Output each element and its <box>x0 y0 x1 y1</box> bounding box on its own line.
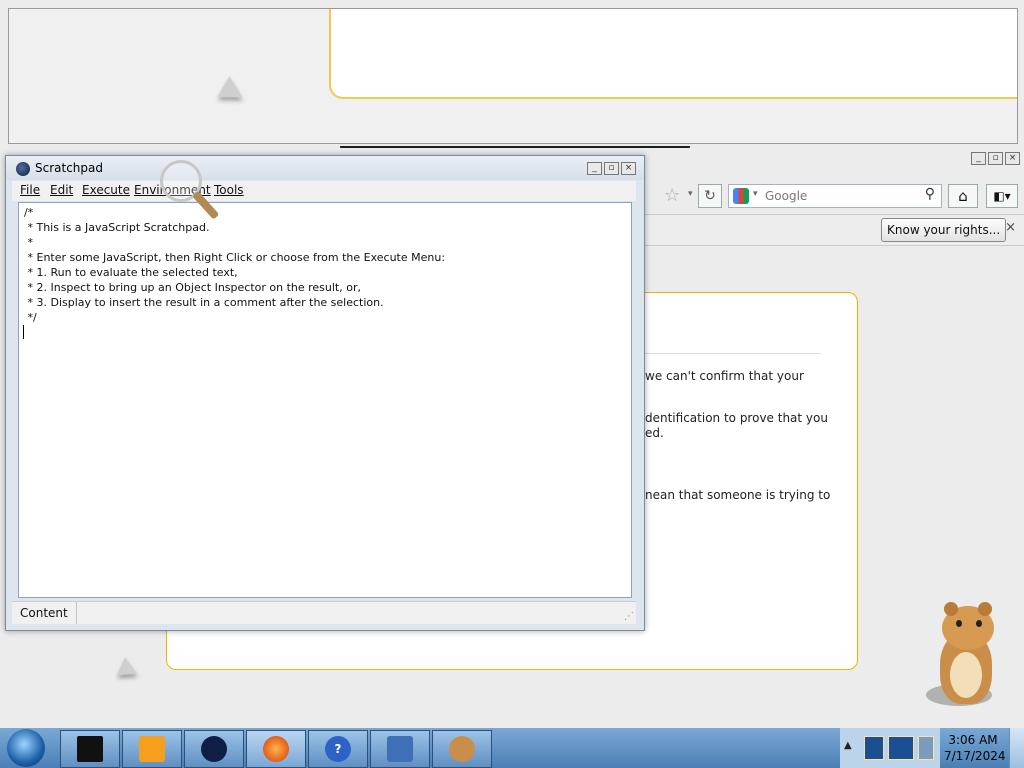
card-text-line: dentification to prove that you <box>645 411 828 425</box>
divider <box>645 353 821 354</box>
hamster-ear <box>944 602 958 616</box>
search-placeholder: Google <box>765 189 808 203</box>
card-text-line: we can't confirm that your <box>645 369 804 383</box>
maximize-button[interactable]: ▫ <box>988 152 1003 165</box>
status-context: Content <box>12 602 77 624</box>
background-content-box <box>329 9 1017 99</box>
menu-edit[interactable]: Edit <box>50 183 73 197</box>
reload-button[interactable]: ↻ <box>698 184 722 208</box>
google-logo-icon[interactable] <box>733 188 749 204</box>
clock-date: 7/17/2024 <box>944 749 1006 763</box>
code-line: * 3. Display to insert the result in a c… <box>24 296 384 309</box>
code-line: * 2. Inspect to bring up an Object Inspe… <box>24 281 361 294</box>
tray-app-icon[interactable] <box>864 736 884 760</box>
notification-bar: Know your rights... × <box>644 214 1024 246</box>
maximize-button[interactable]: ▫ <box>604 162 619 175</box>
code-editor[interactable]: /* * This is a JavaScript Scratchpad. * … <box>18 202 632 598</box>
know-your-rights-button[interactable]: Know your rights... <box>881 218 1007 242</box>
clock[interactable]: 3:06 AM 7/17/2024 <box>944 732 1006 764</box>
addons-button[interactable]: ◧▾ <box>986 184 1018 208</box>
tray-display-icon[interactable] <box>888 736 914 760</box>
taskbar-game[interactable] <box>184 730 244 768</box>
search-input[interactable]: ▾ Google ⚲ <box>728 184 942 208</box>
navigation-toolbar: ☆ ▾ ↻ ▾ Google ⚲ ⌂ ◧▾ <box>640 184 1020 208</box>
hamster-eye <box>956 620 962 627</box>
taskbar-media-player[interactable] <box>122 730 182 768</box>
magnifier-handle <box>192 190 220 220</box>
close-button[interactable]: × <box>1005 152 1020 165</box>
help-icon: ? <box>325 736 351 762</box>
clock-time: 3:06 AM <box>948 733 998 747</box>
show-desktop-button[interactable] <box>1009 728 1024 768</box>
magnifier-cursor-icon <box>160 160 220 230</box>
text-caret <box>23 325 24 339</box>
network-icon <box>387 736 413 762</box>
home-button[interactable]: ⌂ <box>948 184 978 208</box>
close-button[interactable]: × <box>621 162 636 175</box>
tray-network-icon[interactable] <box>918 736 934 760</box>
taskbar-firefox[interactable] <box>246 730 306 768</box>
card-text-line: ed. <box>645 426 664 440</box>
bookmark-star-icon[interactable]: ☆ <box>664 185 680 206</box>
taskbar-help[interactable]: ? <box>308 730 368 768</box>
code-line: */ <box>24 311 37 324</box>
minimize-button[interactable]: _ <box>971 152 986 165</box>
resize-grip-icon[interactable]: ⋰ <box>624 611 634 622</box>
code-line: * <box>24 236 33 249</box>
game-controller-icon <box>201 736 227 762</box>
window-controls: _ ▫ × <box>587 162 636 175</box>
card-text-line: nean that someone is trying to <box>645 488 831 502</box>
close-icon[interactable]: × <box>1005 220 1016 235</box>
media-player-icon <box>139 736 165 762</box>
taskbar: ? ▲ 3:06 AM 7/17/2024 <box>0 728 1024 768</box>
scratchpad-titlebar[interactable]: Scratchpad _ ▫ × <box>6 156 644 180</box>
window-title: Scratchpad <box>35 161 103 175</box>
code-line: /* <box>24 206 34 219</box>
scratchpad-window: Scratchpad _ ▫ × File Edit Execute Envir… <box>5 155 645 631</box>
tray-expand-icon[interactable]: ▲ <box>844 740 852 751</box>
hamster-icon <box>449 736 475 762</box>
taskbar-network[interactable] <box>370 730 430 768</box>
hamster-pet[interactable] <box>922 602 1012 712</box>
hamster-ear <box>978 602 992 616</box>
firefox-icon <box>263 736 289 762</box>
browser-window-controls: _ ▫ × <box>971 152 1020 165</box>
hamster-belly <box>950 652 982 698</box>
search-icon[interactable]: ⚲ <box>925 186 935 202</box>
system-tray: ▲ <box>840 728 940 768</box>
hamster-eye <box>976 620 982 627</box>
background-window-top <box>8 8 1018 144</box>
menu-file[interactable]: File <box>20 183 40 197</box>
taskbar-hamster[interactable] <box>432 730 492 768</box>
chevron-down-icon[interactable]: ▾ <box>688 189 693 199</box>
menu-execute[interactable]: Execute <box>82 183 130 197</box>
terminal-icon <box>77 736 103 762</box>
code-line: * Enter some JavaScript, then Right Clic… <box>24 251 446 264</box>
status-bar: Content ⋰ <box>12 601 636 624</box>
chevron-down-icon[interactable]: ▾ <box>753 189 758 199</box>
start-button[interactable] <box>7 729 45 767</box>
minimize-button[interactable]: _ <box>587 162 602 175</box>
firefox-app-icon <box>16 162 30 176</box>
code-line: * 1. Run to evaluate the selected text, <box>24 266 238 279</box>
menu-bar: File Edit Execute Environment Tools <box>12 181 636 201</box>
taskbar-terminal[interactable] <box>60 730 120 768</box>
